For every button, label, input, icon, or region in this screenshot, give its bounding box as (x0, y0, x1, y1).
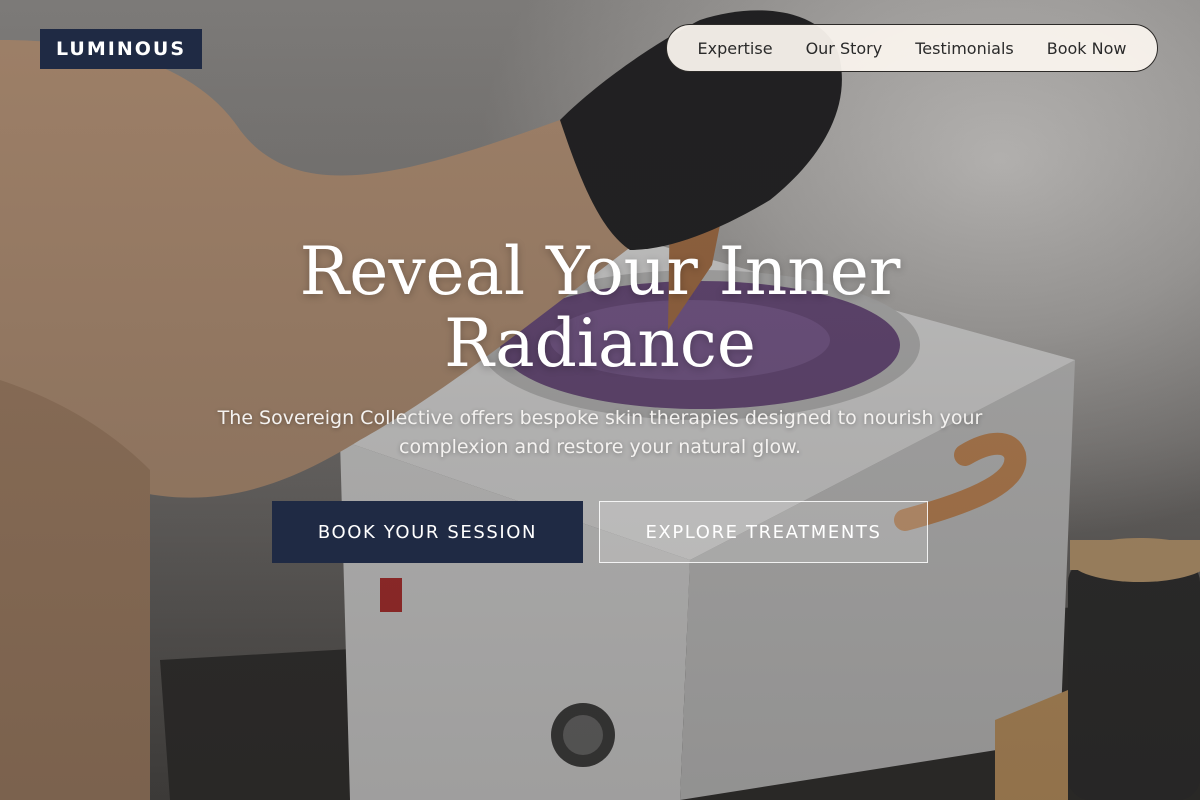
hero-background-image (0, 0, 1200, 800)
hero-overlay (0, 0, 1200, 800)
hero-subtext-line-2: complexion and restore your natural glow… (399, 436, 801, 458)
hero-headline-line-2: Radiance (444, 305, 756, 382)
hero-headline-line-1: Reveal Your Inner (299, 233, 901, 310)
nav-item-book-now[interactable]: Book Now (1047, 39, 1127, 58)
hero-subtext-line-1: The Sovereign Collective offers bespoke … (217, 407, 983, 429)
top-navigation: Expertise Our Story Testimonials Book No… (666, 24, 1158, 72)
hero-subtext: The Sovereign Collective offers bespoke … (170, 404, 1030, 462)
nav-item-testimonials[interactable]: Testimonials (915, 39, 1014, 58)
brand-logo[interactable]: LUMINOUS (40, 29, 202, 69)
book-session-button[interactable]: BOOK YOUR SESSION (272, 501, 583, 563)
explore-treatments-button[interactable]: EXPLORE TREATMENTS (599, 501, 928, 563)
nav-item-our-story[interactable]: Our Story (806, 39, 883, 58)
nav-item-expertise[interactable]: Expertise (698, 39, 773, 58)
hero-headline: Reveal Your Inner Radiance (200, 236, 1000, 380)
